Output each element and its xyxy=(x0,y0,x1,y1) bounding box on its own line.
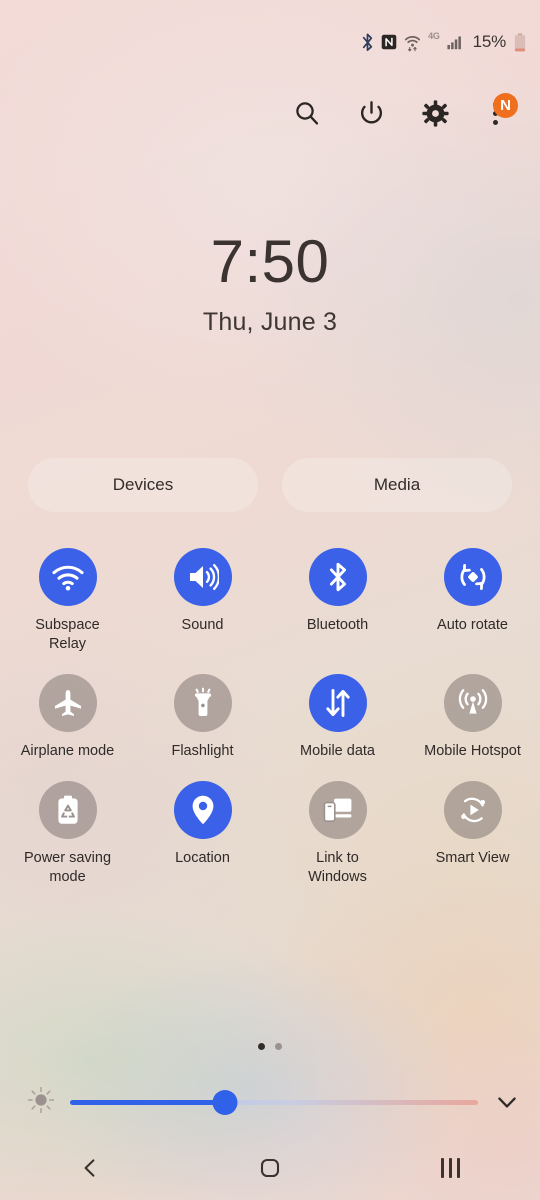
media-button[interactable]: Media xyxy=(282,458,512,512)
status-bar-icons: 4G 15% xyxy=(361,29,526,55)
battery-percentage: 15% xyxy=(472,32,507,51)
hotspot-icon xyxy=(443,674,502,732)
brightness-row xyxy=(0,1082,540,1122)
status-bar: 4G 15% xyxy=(0,0,540,84)
tile-label: Power saving mode xyxy=(23,850,112,885)
page-dot-inactive[interactable] xyxy=(275,1043,282,1050)
signal-icon xyxy=(446,34,464,50)
notification-badge: N xyxy=(493,93,518,118)
tile-sound[interactable]: Sound xyxy=(135,548,270,654)
wifi-icon xyxy=(404,33,421,52)
auto-rotate-icon xyxy=(443,548,502,606)
airplane-icon xyxy=(38,674,97,732)
network-type-icon: 4G xyxy=(428,31,440,41)
power-icon[interactable] xyxy=(354,96,388,130)
devices-button[interactable]: Devices xyxy=(28,458,258,512)
back-icon[interactable] xyxy=(0,1136,180,1200)
quick-settings-panel: 4G 15% N 7:50 Thu, June 3 Devices Media … xyxy=(0,0,540,1200)
recents-bars xyxy=(440,1158,460,1178)
smart-view-icon xyxy=(443,781,502,839)
tile-subspace-relay[interactable]: Subspace Relay xyxy=(0,548,135,654)
brightness-slider[interactable] xyxy=(70,1088,478,1116)
page-indicator xyxy=(0,1043,540,1050)
bluetooth-icon xyxy=(361,33,374,52)
tile-label: Sound xyxy=(181,617,224,633)
tile-auto-rotate[interactable]: Auto rotate xyxy=(405,548,540,654)
bluetooth-icon xyxy=(308,548,367,606)
tile-bluetooth[interactable]: Bluetooth xyxy=(270,548,405,654)
slider-thumb[interactable] xyxy=(212,1089,238,1115)
page-dot-active[interactable] xyxy=(258,1043,265,1050)
quick-settings-tiles: Subspace Relay Sound Bluetooth Auto rota… xyxy=(0,548,540,887)
clock-date: Thu, June 3 xyxy=(202,308,338,336)
battery-icon xyxy=(514,32,526,52)
tile-airplane-mode[interactable]: Airplane mode xyxy=(0,674,135,761)
panel-toggle-row: Devices Media xyxy=(28,458,512,512)
tile-label: Mobile data xyxy=(300,743,375,759)
more-options-icon[interactable]: N xyxy=(482,93,518,130)
tile-link-to-windows[interactable]: Link to Windows xyxy=(270,781,405,887)
navigation-bar xyxy=(0,1136,540,1200)
tile-smart-view[interactable]: Smart View xyxy=(405,781,540,887)
nfc-icon xyxy=(381,34,397,50)
search-icon[interactable] xyxy=(290,96,324,130)
brightness-icon xyxy=(26,1085,56,1120)
tile-label: Bluetooth xyxy=(306,617,369,633)
tile-label: Link to Windows xyxy=(308,850,367,885)
mobile-data-icon xyxy=(308,674,367,732)
quick-settings-header: N xyxy=(0,84,540,142)
flashlight-icon xyxy=(173,674,232,732)
home-icon[interactable] xyxy=(180,1136,360,1200)
tile-location[interactable]: Location xyxy=(135,781,270,887)
clock-time: 7:50 xyxy=(210,228,330,295)
tile-label: Flashlight xyxy=(171,743,234,759)
tile-label: Mobile Hotspot xyxy=(424,743,521,759)
link-to-windows-icon xyxy=(308,781,367,839)
sound-icon xyxy=(173,548,232,606)
tile-label: Airplane mode xyxy=(20,743,115,759)
power-saving-icon xyxy=(38,781,97,839)
slider-fill xyxy=(70,1099,226,1105)
chevron-down-icon[interactable] xyxy=(492,1087,522,1117)
tile-label: Smart View xyxy=(435,850,510,866)
tile-power-saving-mode[interactable]: Power saving mode xyxy=(0,781,135,887)
recents-icon[interactable] xyxy=(360,1136,540,1200)
wifi-icon xyxy=(38,548,97,606)
tile-mobile-hotspot[interactable]: Mobile Hotspot xyxy=(405,674,540,761)
location-pin-icon xyxy=(173,781,232,839)
tile-label: Location xyxy=(175,850,230,866)
tile-flashlight[interactable]: Flashlight xyxy=(135,674,270,761)
tile-label: Subspace Relay xyxy=(35,617,100,652)
settings-icon[interactable] xyxy=(418,96,452,130)
clock-widget: 7:50 Thu, June 3 xyxy=(0,232,540,337)
tile-label: Auto rotate xyxy=(437,617,508,633)
tile-mobile-data[interactable]: Mobile data xyxy=(270,674,405,761)
